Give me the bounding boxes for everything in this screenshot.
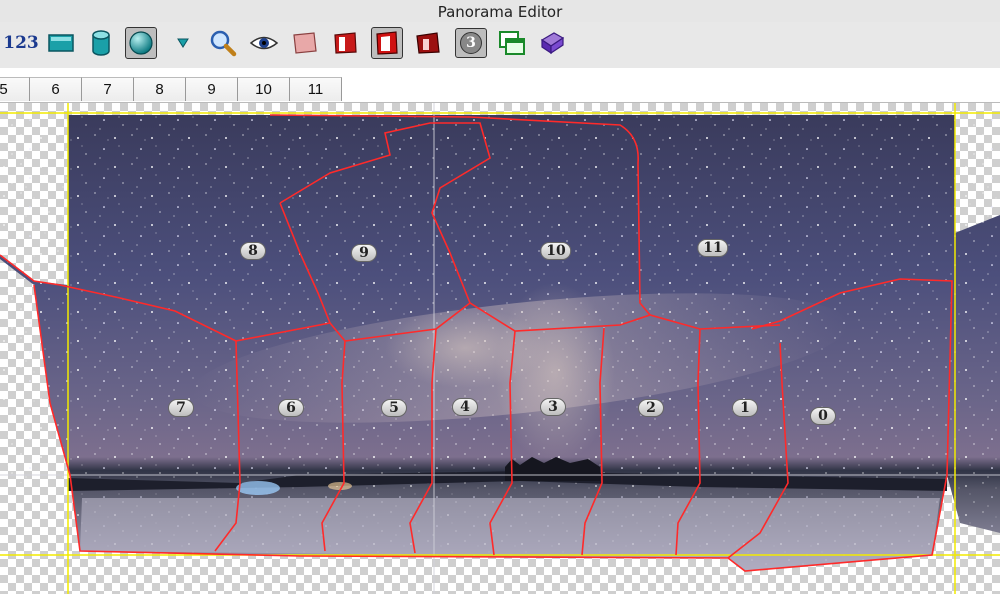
edit-mode-frame-button[interactable]	[330, 28, 360, 58]
eye-icon	[249, 36, 279, 50]
layer-badge: 3	[460, 32, 482, 54]
window-title: Panorama Editor	[437, 3, 563, 21]
image-label-3[interactable]: 3	[540, 398, 566, 416]
image-label-0[interactable]: 0	[810, 407, 836, 425]
windows-button[interactable]	[497, 28, 527, 58]
edit-mode-light-button[interactable]	[290, 28, 320, 58]
tab-label: 9	[207, 81, 216, 98]
spherical-projection-button[interactable]	[125, 27, 157, 59]
tab-image-5[interactable]: 5	[0, 77, 30, 101]
title-bar: Panorama Editor	[0, 0, 1000, 22]
help-book-button[interactable]	[537, 28, 567, 58]
magnifier-icon	[210, 30, 237, 57]
rectangle-projection-icon	[48, 34, 74, 52]
pink-sheet-icon	[293, 32, 317, 54]
panorama-render	[0, 103, 1000, 594]
layer-number-button[interactable]: 3	[455, 28, 487, 58]
edit-mode-dark-button[interactable]	[413, 28, 443, 58]
red-frame-icon	[376, 31, 398, 55]
image-label-1[interactable]: 1	[732, 399, 758, 417]
projection-dropdown[interactable]	[168, 28, 198, 58]
cylindrical-projection-button[interactable]	[86, 28, 116, 58]
tab-label: 11	[307, 81, 324, 98]
tab-image-7[interactable]: 7	[82, 77, 134, 101]
image-label-6[interactable]: 6	[278, 399, 304, 417]
tab-label: 6	[51, 81, 60, 98]
tab-image-9[interactable]: 9	[186, 77, 238, 101]
image-label-10[interactable]: 10	[540, 242, 572, 260]
show-numbers-button[interactable]: 123	[3, 28, 39, 58]
image-label-9[interactable]: 9	[351, 244, 377, 262]
tab-label: 7	[103, 81, 112, 98]
tab-image-10[interactable]: 10	[238, 77, 290, 101]
image-label-2[interactable]: 2	[638, 399, 664, 417]
edit-mode-seams-button[interactable]	[371, 27, 403, 59]
numbers-label: 123	[3, 33, 39, 53]
zoom-button[interactable]	[208, 28, 238, 58]
image-label-5[interactable]: 5	[381, 399, 407, 417]
tab-label: 8	[155, 81, 164, 98]
toolbar: 123 3	[0, 22, 1000, 69]
tab-image-11[interactable]: 11	[290, 77, 342, 101]
book-icon	[540, 32, 565, 55]
chevron-down-icon	[177, 38, 189, 48]
tab-image-8[interactable]: 8	[134, 77, 186, 101]
sphere-icon	[129, 31, 153, 55]
image-label-7[interactable]: 7	[168, 399, 194, 417]
tab-label: 5	[0, 81, 8, 98]
cylinder-icon	[92, 30, 110, 56]
preview-button[interactable]	[249, 28, 279, 58]
tab-label: 10	[255, 81, 272, 98]
panorama-canvas[interactable]: 0 1 2 3 4 5 6 7 8 9 10 11	[0, 103, 1000, 594]
red-sheet-icon	[334, 32, 357, 54]
image-label-8[interactable]: 8	[240, 242, 266, 260]
dark-red-sheet-icon	[416, 32, 440, 54]
tab-image-6[interactable]: 6	[30, 77, 82, 101]
windows-icon	[499, 31, 525, 55]
rectilinear-projection-button[interactable]	[46, 28, 76, 58]
image-label-11[interactable]: 11	[697, 239, 729, 257]
image-label-4[interactable]: 4	[452, 398, 478, 416]
image-tab-strip: 5 6 7 8 9 10 11	[0, 68, 1000, 103]
